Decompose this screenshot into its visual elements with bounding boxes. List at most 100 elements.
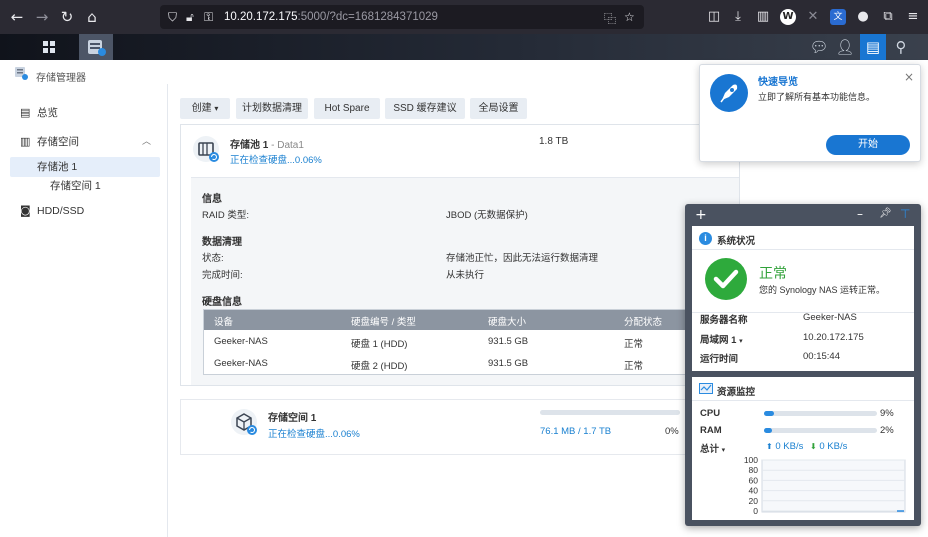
- scrub-header: 数据清理: [202, 237, 242, 248]
- network-chart: 100806040200: [744, 455, 906, 516]
- url-text[interactable]: 10.20.172.175:5000/?dc=1681284371029: [224, 11, 438, 23]
- ram-usage-bar: [764, 428, 877, 433]
- user-icon[interactable]: 👤︎: [832, 34, 858, 60]
- translate-icon[interactable]: ⿻: [604, 10, 616, 27]
- raid-value: JBOD (无数据保护): [446, 210, 528, 221]
- cpu-label: CPU: [700, 408, 721, 419]
- widgets-icon[interactable]: ▤: [860, 34, 886, 60]
- y-tick-label: 40: [749, 486, 759, 496]
- dsm-taskbar: 💬︎ 👤︎ ▤ ⚲: [0, 34, 928, 60]
- lan-label-text: 局域网 1: [700, 335, 737, 346]
- key-icon[interactable]: ⚿: [204, 10, 213, 25]
- system-widget: + – 📌︎ ⊤ i 系统状况 正常 您的 Synology NAS 运转正常。…: [685, 204, 921, 526]
- system-health-card: i 系统状况 正常 您的 Synology NAS 运转正常。 服务器名称 Ge…: [692, 226, 914, 371]
- global-settings-button[interactable]: 全局设置: [470, 98, 527, 119]
- url-bar[interactable]: ⛉ 🔓︎ ⚿ 10.20.172.175:5000/?dc=1681284371…: [160, 5, 644, 29]
- sidebar-item-label: 总览: [37, 107, 58, 119]
- create-button[interactable]: 创建 ▾: [180, 98, 230, 119]
- menu-icon[interactable]: ≡: [905, 9, 921, 25]
- sidebar-item-pool-1[interactable]: 存储池 1: [10, 157, 160, 177]
- volume-status[interactable]: 正在检查硬盘...0.06%: [268, 426, 360, 440]
- volume-usage-bar: [540, 410, 680, 415]
- sidebar-item-storage[interactable]: ▥ 存储空间 ︿: [10, 132, 160, 152]
- lock-warning-icon[interactable]: 🔓︎: [186, 10, 194, 25]
- device-cell: Geeker-NAS: [214, 358, 268, 369]
- divider: [692, 249, 914, 250]
- ssd-cache-advisor-button[interactable]: SSD 缓存建议: [385, 98, 465, 119]
- minimize-icon[interactable]: –: [857, 207, 863, 221]
- start-button[interactable]: 开始: [826, 135, 910, 155]
- status-cell: 正常: [624, 339, 644, 350]
- total-dropdown[interactable]: 总计 ▾: [700, 441, 725, 455]
- storage-manager-task-button[interactable]: [79, 34, 113, 60]
- shield-icon[interactable]: ⛉: [168, 10, 177, 25]
- library-icon[interactable]: ▥: [755, 9, 771, 25]
- health-desc: 您的 Synology NAS 运转正常。: [759, 285, 886, 295]
- url-path: :5000/?dc=1681284371029: [297, 11, 438, 23]
- sidebar-item-overview[interactable]: ▤ 总览: [10, 103, 160, 123]
- reload-icon[interactable]: ↻: [58, 8, 76, 26]
- column-header: 分配状态: [624, 317, 663, 328]
- translate-extension-icon[interactable]: 文: [830, 9, 846, 25]
- divider: [692, 400, 914, 401]
- slot-cell: 硬盘 1 (HDD): [351, 339, 408, 350]
- forward-icon[interactable]: →: [33, 8, 51, 26]
- lan-value: 10.20.172.175: [803, 332, 864, 343]
- hot-spare-button[interactable]: Hot Spare: [314, 98, 380, 119]
- notification-chat-icon[interactable]: 💬︎: [806, 34, 832, 60]
- disk-table: 设备 硬盘编号 / 类型 硬盘大小 分配状态 Geeker-NAS 硬盘 1 (…: [203, 309, 744, 375]
- volume-icon: [231, 409, 257, 435]
- health-title: 系统状况: [717, 236, 756, 247]
- main-menu-button[interactable]: [32, 34, 66, 60]
- schedule-scrub-button[interactable]: 计划数据清理: [236, 98, 308, 119]
- server-name-value: Geeker-NAS: [803, 312, 857, 323]
- add-icon[interactable]: +: [695, 207, 707, 223]
- record-icon[interactable]: ●: [855, 9, 871, 25]
- done-label: 完成时间:: [202, 270, 243, 281]
- extensions-puzzle-icon[interactable]: ⧉: [880, 9, 896, 25]
- download-rate-value: 0 KB/s: [819, 441, 848, 452]
- ram-label: RAM: [700, 425, 722, 436]
- uptime-value: 00:15:44: [803, 351, 840, 362]
- sidebar-item-volume-1[interactable]: 存储空间 1: [10, 176, 160, 196]
- hdd-icon: ◙: [20, 204, 31, 217]
- server-name-label: 服务器名称: [700, 315, 748, 326]
- back-icon[interactable]: ←: [8, 8, 26, 26]
- y-tick-label: 80: [749, 465, 759, 475]
- search-icon[interactable]: ⚲: [888, 34, 914, 60]
- url-host: 10.20.172.175: [224, 11, 298, 23]
- volume-percent: 0%: [665, 426, 679, 437]
- download-icon[interactable]: ⤓: [730, 9, 746, 25]
- home-icon[interactable]: ⌂: [83, 8, 101, 26]
- table-row[interactable]: Geeker-NAS 硬盘 2 (HDD) 931.5 GB 正常: [204, 352, 744, 374]
- device-cell: Geeker-NAS: [214, 336, 268, 347]
- sidebar: ▤ 总览 ▥ 存储空间 ︿ 存储池 1 存储空间 1 ◙ HDD/SSD: [0, 84, 168, 537]
- resource-monitor-card: 资源监控 CPU 9% RAM 2% 总计 ▾ ⬆ 0 KB/s ⬇ 0 KB/…: [692, 377, 914, 520]
- caret-down-icon: ▾: [721, 447, 726, 454]
- quick-start-title: 快速导览: [758, 77, 798, 88]
- size-cell: 931.5 GB: [488, 336, 529, 347]
- chevron-up-icon[interactable]: ︿: [142, 132, 151, 152]
- storage-manager-icon: [15, 67, 28, 80]
- y-tick-label: 60: [749, 475, 759, 485]
- extension-icon[interactable]: ✕: [805, 9, 821, 25]
- pin-icon[interactable]: 📌︎: [879, 208, 892, 219]
- close-icon[interactable]: ×: [904, 70, 914, 84]
- widget-settings-icon[interactable]: ⊤: [900, 207, 910, 221]
- cpu-percent: 9%: [880, 408, 894, 419]
- lan-label[interactable]: 局域网 1 ▾: [700, 332, 743, 346]
- cpu-usage-fill: [764, 411, 775, 416]
- ram-percent: 2%: [880, 425, 894, 436]
- bookmark-star-icon[interactable]: ☆: [624, 10, 635, 24]
- monitor-chart-icon: [699, 383, 713, 394]
- pocket-icon[interactable]: ◫: [706, 9, 722, 25]
- storage-icon: ▥: [20, 135, 31, 148]
- w-extension-icon[interactable]: W: [780, 9, 796, 25]
- upload-rate-value: 0 KB/s: [775, 441, 804, 452]
- table-row[interactable]: Geeker-NAS 硬盘 1 (HDD) 931.5 GB 正常: [204, 330, 744, 352]
- caret-down-icon: ▾: [739, 338, 743, 345]
- state-value: 存储池正忙，因此无法运行数据清理: [446, 253, 599, 264]
- ram-usage-fill: [764, 428, 772, 433]
- pool-status[interactable]: 正在检查硬盘...0.06%: [230, 152, 322, 166]
- sidebar-item-hdd-ssd[interactable]: ◙ HDD/SSD: [10, 201, 160, 221]
